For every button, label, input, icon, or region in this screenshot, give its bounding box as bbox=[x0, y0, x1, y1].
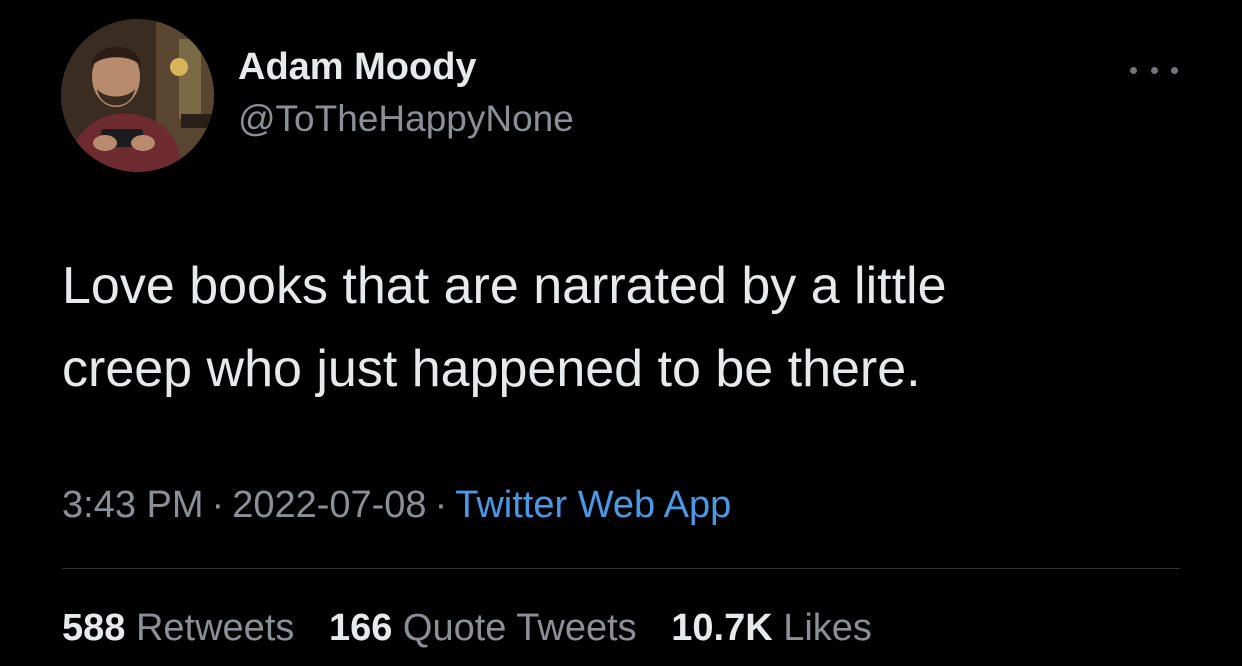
retweets-label: Retweets bbox=[135, 607, 295, 649]
author-display-name[interactable]: Adam Moody bbox=[238, 44, 574, 90]
tweet-text-line: creep who just happened to be there. bbox=[62, 340, 921, 398]
likes-stat[interactable]: 10.7K Likes bbox=[671, 607, 872, 649]
retweets-count: 588 bbox=[62, 607, 126, 649]
divider bbox=[62, 568, 1180, 569]
tweet-meta: 3:43 PM · 2022-07-08 · Twitter Web App bbox=[62, 482, 731, 528]
meta-separator: · bbox=[434, 484, 448, 526]
tweet-source-link[interactable]: Twitter Web App bbox=[455, 484, 731, 526]
meta-separator: · bbox=[211, 484, 225, 526]
quote-tweets-label: Quote Tweets bbox=[402, 607, 637, 649]
tweet-card: Adam Moody @ToTheHappyNone Love books th… bbox=[0, 0, 1242, 666]
avatar-photo bbox=[61, 19, 214, 172]
avatar[interactable] bbox=[61, 19, 214, 172]
quote-tweets-stat[interactable]: 166 Quote Tweets bbox=[329, 607, 637, 649]
more-dot bbox=[1150, 66, 1158, 74]
tweet-text-line: Love books that are narrated by a little bbox=[62, 257, 947, 315]
more-horizontal-icon[interactable] bbox=[1130, 60, 1178, 80]
tweet-stats: 588 Retweets 166 Quote Tweets 10.7K Like… bbox=[62, 605, 896, 651]
likes-count: 10.7K bbox=[671, 607, 773, 649]
tweet-date[interactable]: 2022-07-08 bbox=[232, 484, 426, 526]
quote-tweets-count: 166 bbox=[328, 607, 393, 649]
tweet-text: Love books that are narrated by a little… bbox=[62, 245, 1202, 411]
retweets-stat[interactable]: 588 Retweets bbox=[62, 607, 294, 649]
author-block: Adam Moody @ToTheHappyNone bbox=[238, 44, 574, 142]
more-dot bbox=[1171, 66, 1178, 74]
author-handle[interactable]: @ToTheHappyNone bbox=[238, 96, 574, 142]
more-dot bbox=[1130, 66, 1137, 74]
likes-label: Likes bbox=[783, 607, 872, 649]
tweet-time[interactable]: 3:43 PM bbox=[62, 484, 204, 526]
